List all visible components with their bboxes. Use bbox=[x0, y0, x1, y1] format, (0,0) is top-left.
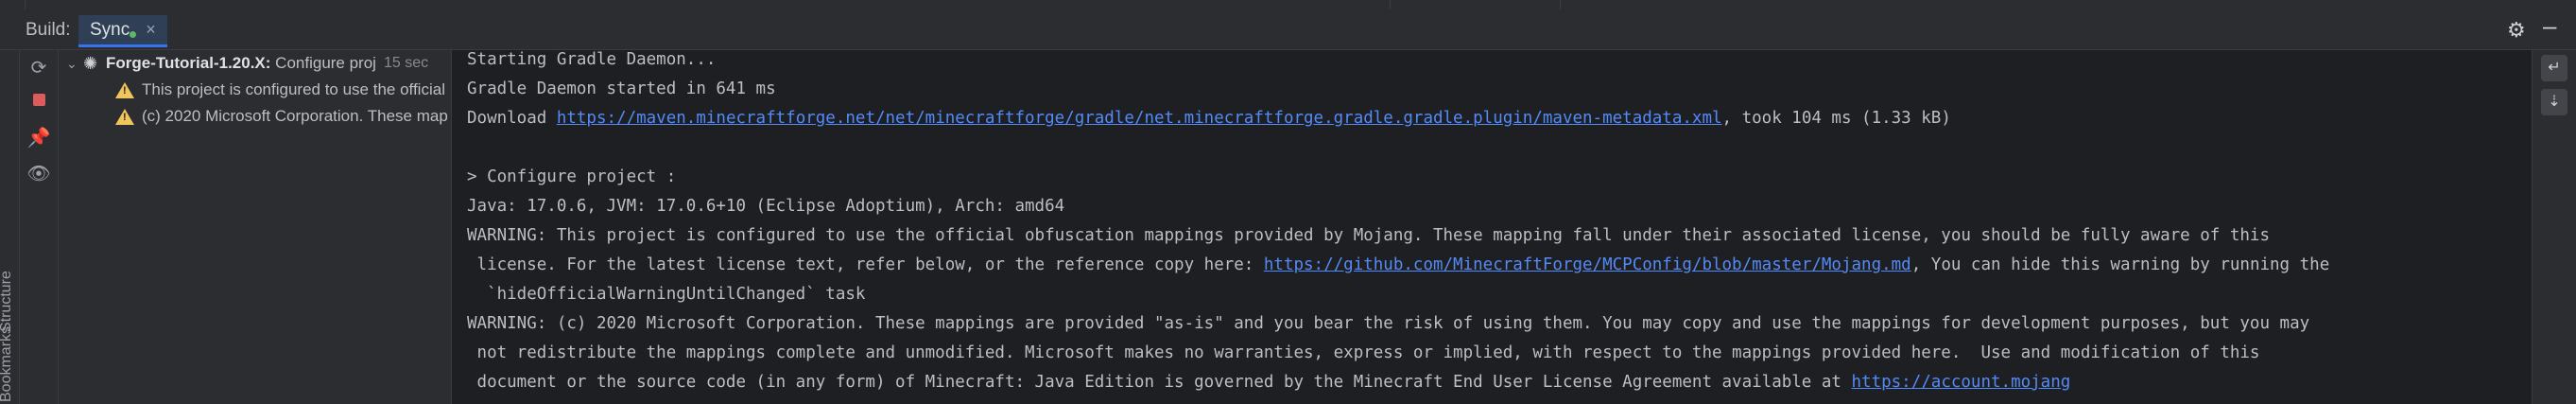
pin-icon[interactable]: 📌 bbox=[20, 126, 58, 149]
console-side-toolbar: ↵ ⇣ bbox=[2532, 50, 2576, 404]
console-text: license. For the latest license text, re… bbox=[467, 255, 1264, 274]
warning-icon: ! bbox=[115, 108, 134, 125]
tree-row-project[interactable]: ⌄ ✺ Forge-Tutorial-1.20.X: Configure pro… bbox=[66, 50, 428, 77]
soft-wrap-icon[interactable]: ↵ bbox=[2541, 55, 2567, 81]
top-strip bbox=[0, 0, 2576, 9]
console-output[interactable]: Starting Gradle Daemon... Gradle Daemon … bbox=[452, 50, 2532, 404]
project-name: Forge-Tutorial-1.20.X: bbox=[106, 54, 271, 72]
warning-text: (c) 2020 Microsoft Corporation. These ma… bbox=[142, 107, 448, 125]
minimize-icon[interactable]: – bbox=[2543, 11, 2556, 41]
console-text: , You can hide this warning by running t… bbox=[1910, 255, 2330, 274]
console-line: Java: 17.0.6, JVM: 17.0.6+10 (Eclipse Ad… bbox=[467, 197, 1064, 225]
console-text: not redistribute the mappings complete a… bbox=[467, 343, 2260, 362]
console-text: Java: 17.0.6, JVM: 17.0.6+10 (Eclipse Ad… bbox=[467, 197, 1065, 216]
console-text: > Configure project : bbox=[467, 167, 677, 186]
spinner-icon: ✺ bbox=[83, 53, 98, 73]
tree-row-warning[interactable]: ! (c) 2020 Microsoft Corporation. These … bbox=[115, 103, 448, 130]
warning-text: This project is configured to use the of… bbox=[142, 80, 445, 98]
project-status: Configure proj bbox=[275, 54, 376, 72]
refresh-icon[interactable]: ⟳ bbox=[20, 56, 58, 79]
console-text: `hideOfficialWarningUntilChanged` task bbox=[467, 285, 866, 304]
console-text: Download bbox=[467, 109, 557, 128]
console-text: Starting Gradle Daemon... bbox=[467, 50, 717, 69]
tree-row-warning[interactable]: ! This project is configured to use the … bbox=[115, 77, 445, 103]
metadata-link[interactable]: https://maven.minecraftforge.net/net/min… bbox=[557, 109, 1722, 128]
console-line: license. For the latest license text, re… bbox=[467, 255, 2330, 284]
warning-icon: ! bbox=[115, 81, 134, 98]
console-line: WARNING: (c) 2020 Microsoft Corporation.… bbox=[467, 314, 2309, 343]
build-tree: ⌄ ✺ Forge-Tutorial-1.20.X: Configure pro… bbox=[59, 50, 452, 404]
tab-sync[interactable]: Sync × bbox=[78, 15, 167, 47]
left-tool-strip: Structure Bookmarks bbox=[0, 50, 20, 404]
chevron-down-icon[interactable]: ⌄ bbox=[66, 56, 83, 72]
eye-icon[interactable]: 👁 bbox=[20, 162, 58, 185]
console-line: `hideOfficialWarningUntilChanged` task bbox=[467, 285, 865, 313]
console-line: WARNING: This project is configured to u… bbox=[467, 226, 2270, 255]
build-toolbar: ⟳ 📌 👁 bbox=[20, 50, 59, 404]
sync-status-dot bbox=[130, 31, 137, 38]
console-line: not redistribute the mappings complete a… bbox=[467, 343, 2260, 372]
console-line: > Configure project : bbox=[467, 167, 676, 196]
console-line: Gradle Daemon started in 641 ms bbox=[467, 79, 776, 108]
scroll-to-end-icon[interactable]: ⇣ bbox=[2541, 89, 2567, 115]
stop-icon[interactable] bbox=[20, 90, 58, 112]
bookmarks-tab[interactable]: Bookmarks bbox=[0, 326, 15, 402]
top-separator bbox=[1560, 0, 1561, 9]
mojang-account-link[interactable]: https://account.mojang bbox=[1852, 373, 2071, 392]
console-text: Gradle Daemon started in 641 ms bbox=[467, 79, 776, 98]
top-separator bbox=[1390, 0, 1391, 9]
close-icon[interactable]: × bbox=[146, 20, 156, 40]
stop-square bbox=[32, 94, 45, 106]
tool-window-header: Build: Sync × ⚙ – bbox=[0, 9, 2576, 50]
console-line: document or the source code (in any form… bbox=[467, 373, 2071, 401]
tab-sync-label: Sync bbox=[90, 19, 130, 40]
build-label: Build: bbox=[26, 20, 71, 40]
console-line: Download https://maven.minecraftforge.ne… bbox=[467, 109, 1951, 137]
console-text: document or the source code (in any form… bbox=[467, 373, 1852, 392]
mojang-license-link[interactable]: https://github.com/MinecraftForge/MCPCon… bbox=[1264, 255, 1911, 274]
structure-tab[interactable]: Structure bbox=[0, 271, 15, 332]
console-text: , took 104 ms (1.33 kB) bbox=[1721, 109, 1951, 128]
gear-icon[interactable]: ⚙ bbox=[2507, 18, 2526, 43]
console-text: WARNING: (c) 2020 Microsoft Corporation.… bbox=[467, 314, 2310, 333]
project-time: 15 sec bbox=[383, 55, 429, 71]
console-text: WARNING: This project is configured to u… bbox=[467, 226, 2270, 245]
console-line: Starting Gradle Daemon... bbox=[467, 50, 716, 79]
top-separator bbox=[25, 0, 26, 9]
